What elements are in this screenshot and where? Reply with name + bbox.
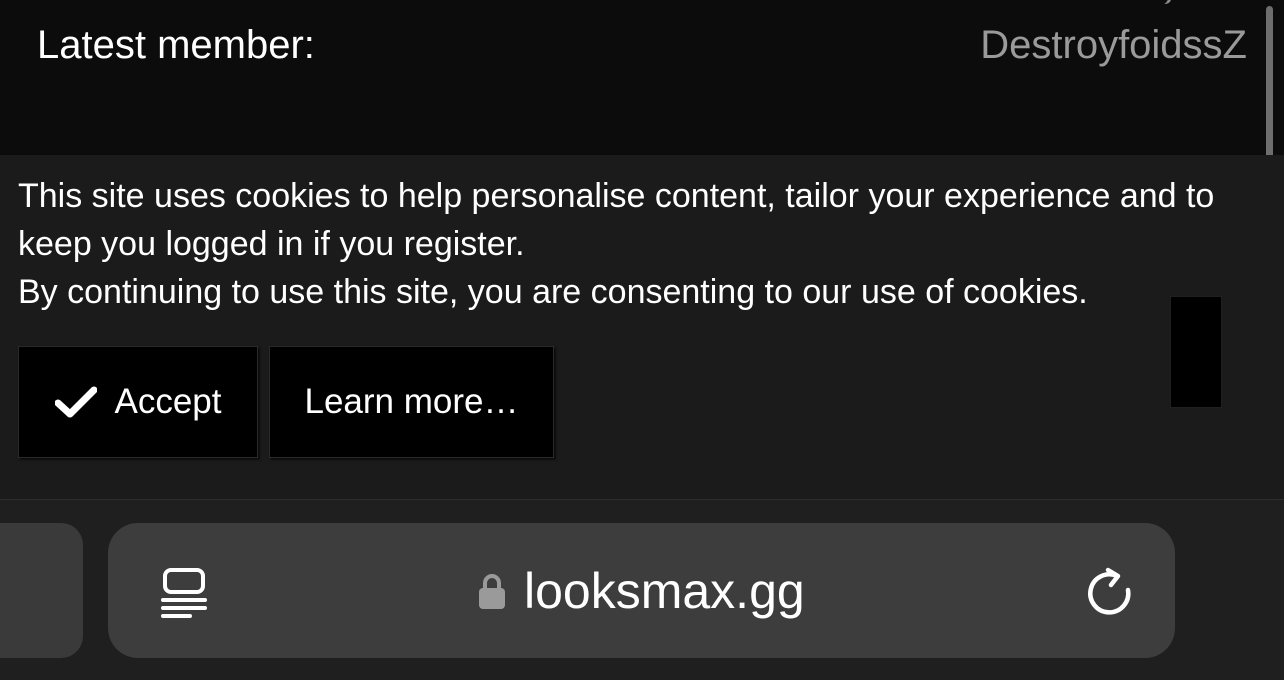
partial-button[interactable]: [1170, 296, 1222, 408]
scrollbar[interactable]: [1266, 6, 1273, 162]
clipped-glyph: [1158, 0, 1173, 6]
lock-icon: [479, 574, 505, 609]
cookie-notice: This site uses cookies to help personali…: [0, 155, 1284, 500]
cookie-notice-line-1: This site uses cookies to help personali…: [18, 177, 1215, 263]
learn-more-label: Learn more…: [304, 382, 519, 421]
accept-cookies-button[interactable]: Accept: [18, 346, 258, 458]
latest-member-link[interactable]: DestroyfoidssZ: [980, 19, 1247, 71]
reader-mode-icon[interactable]: [160, 567, 208, 619]
cookie-notice-text: This site uses cookies to help personali…: [18, 172, 1268, 316]
page: Latest member: DestroyfoidssZ This site …: [0, 0, 1284, 680]
browser-toolbar: looksmax.gg: [0, 500, 1284, 680]
address-bar[interactable]: looksmax.gg: [108, 523, 1175, 658]
check-icon: [54, 386, 97, 418]
url-display[interactable]: looksmax.gg: [478, 559, 805, 623]
latest-member-label: Latest member:: [37, 23, 315, 67]
url-text: looksmax.gg: [524, 563, 805, 619]
accept-label: Accept: [114, 382, 222, 421]
previous-tab-preview[interactable]: [0, 523, 83, 658]
reload-icon[interactable]: [1084, 565, 1134, 617]
forum-stats: Latest member: DestroyfoidssZ: [0, 0, 1284, 155]
cookie-notice-line-2: By continuing to use this site, you are …: [18, 273, 1088, 311]
learn-more-button[interactable]: Learn more…: [269, 346, 554, 458]
